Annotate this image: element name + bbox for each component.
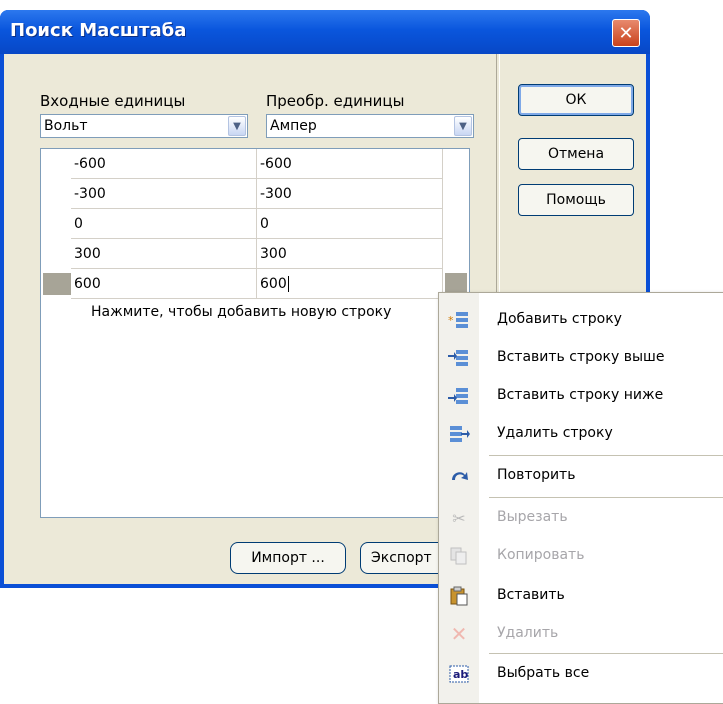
table-row[interactable]: 0 0	[41, 209, 471, 239]
converted-units-label: Преобр. единицы	[266, 92, 405, 110]
input-cell[interactable]: 300	[71, 239, 257, 269]
output-cell[interactable]: -600	[257, 149, 443, 179]
input-units-label: Входные единицы	[40, 92, 186, 110]
table-row-selected[interactable]: 600 600	[41, 269, 471, 299]
menu-item-insert-above[interactable]: Вставить строку выше	[439, 339, 723, 377]
copy-icon	[447, 545, 471, 567]
menu-item-label: Повторить	[497, 467, 576, 483]
menu-item-label: Удалить строку	[497, 425, 613, 441]
menu-item-label: Выбрать все	[497, 665, 590, 681]
menu-item-add-row[interactable]: * Добавить строку	[439, 301, 723, 339]
export-button-label: Экспорт	[371, 550, 432, 566]
chevron-down-icon[interactable]: ▼	[228, 116, 246, 136]
menu-separator	[489, 653, 723, 654]
output-cell-value: 600	[260, 276, 287, 292]
menu-separator	[489, 455, 723, 456]
close-button[interactable]: ✕	[612, 19, 640, 47]
menu-item-label: Вставить строку ниже	[497, 387, 664, 403]
menu-item-cut[interactable]: ✂ Вырезать	[439, 499, 723, 537]
output-cell[interactable]: -300	[257, 179, 443, 209]
menu-item-copy[interactable]: Копировать	[439, 537, 723, 575]
menu-item-label: Добавить строку	[497, 311, 622, 327]
ok-button[interactable]: ОК	[518, 84, 634, 116]
input-units-select[interactable]: Вольт ▼	[40, 114, 248, 138]
delete-row-icon	[447, 423, 471, 445]
select-all-icon: ab	[447, 663, 471, 685]
ok-button-label: ОК	[565, 92, 587, 108]
menu-item-insert-below[interactable]: Вставить строку ниже	[439, 377, 723, 415]
insert-above-icon	[447, 347, 471, 369]
menu-item-delete-row[interactable]: Удалить строку	[439, 415, 723, 453]
paste-icon	[447, 585, 471, 607]
cut-icon: ✂	[452, 508, 466, 528]
menu-item-label: Вставить строку выше	[497, 349, 665, 365]
new-row-placeholder[interactable]: Нажмите, чтобы добавить новую строку	[41, 299, 471, 329]
row-selector[interactable]	[43, 273, 71, 295]
menu-item-label: Вставить	[497, 587, 565, 603]
help-button[interactable]: Помощь	[518, 184, 634, 216]
input-cell[interactable]: -300	[71, 179, 257, 209]
dialog-title: Поиск Масштаба	[10, 20, 187, 41]
menu-item-paste[interactable]: Вставить	[439, 577, 723, 615]
menu-item-label: Копировать	[497, 547, 585, 563]
menu-separator	[489, 497, 723, 498]
output-cell[interactable]: 300	[257, 239, 443, 269]
insert-below-icon	[447, 385, 471, 407]
table-row[interactable]: -300 -300	[41, 179, 471, 209]
chevron-down-icon[interactable]: ▼	[454, 116, 472, 136]
context-menu: * Добавить строку Вставить строку выше В…	[438, 292, 723, 704]
text-cursor	[287, 276, 289, 292]
table-row[interactable]: 300 300	[41, 239, 471, 269]
cancel-button[interactable]: Отмена	[518, 138, 634, 170]
close-icon: ✕	[618, 22, 634, 44]
add-row-icon: *	[447, 309, 471, 331]
output-cell-editing[interactable]: 600	[257, 269, 443, 299]
delete-icon: ✕	[450, 622, 468, 646]
input-cell[interactable]: 600	[71, 269, 257, 299]
redo-icon	[447, 465, 471, 487]
input-cell[interactable]: -600	[71, 149, 257, 179]
input-cell[interactable]: 0	[71, 209, 257, 239]
output-cell[interactable]: 0	[257, 209, 443, 239]
menu-item-delete[interactable]: ✕ Удалить	[439, 615, 723, 653]
scale-table[interactable]: -600 -600 -300 -300 0 0 300 300 600 600 …	[40, 148, 470, 518]
menu-item-label: Вырезать	[497, 509, 568, 525]
import-button[interactable]: Импорт ...	[230, 542, 346, 574]
table-row[interactable]: -600 -600	[41, 149, 471, 179]
menu-item-label: Удалить	[497, 625, 559, 641]
add-row-hint: Нажмите, чтобы добавить новую строку	[91, 304, 392, 320]
converted-units-select[interactable]: Ампер ▼	[266, 114, 474, 138]
svg-text:*: *	[448, 314, 454, 327]
svg-text:ab: ab	[453, 668, 468, 681]
import-button-label: Импорт ...	[251, 550, 325, 566]
dialog-titlebar[interactable]: Поиск Масштаба ✕	[0, 10, 650, 54]
menu-item-select-all[interactable]: ab Выбрать все	[439, 655, 723, 693]
help-button-label: Помощь	[546, 192, 606, 208]
cancel-button-label: Отмена	[547, 146, 605, 162]
input-units-value: Вольт	[44, 118, 88, 134]
converted-units-value: Ампер	[270, 118, 317, 134]
table-panel: Входные единицы Преобр. единицы Вольт ▼ …	[4, 54, 496, 584]
menu-item-redo[interactable]: Повторить	[439, 457, 723, 495]
